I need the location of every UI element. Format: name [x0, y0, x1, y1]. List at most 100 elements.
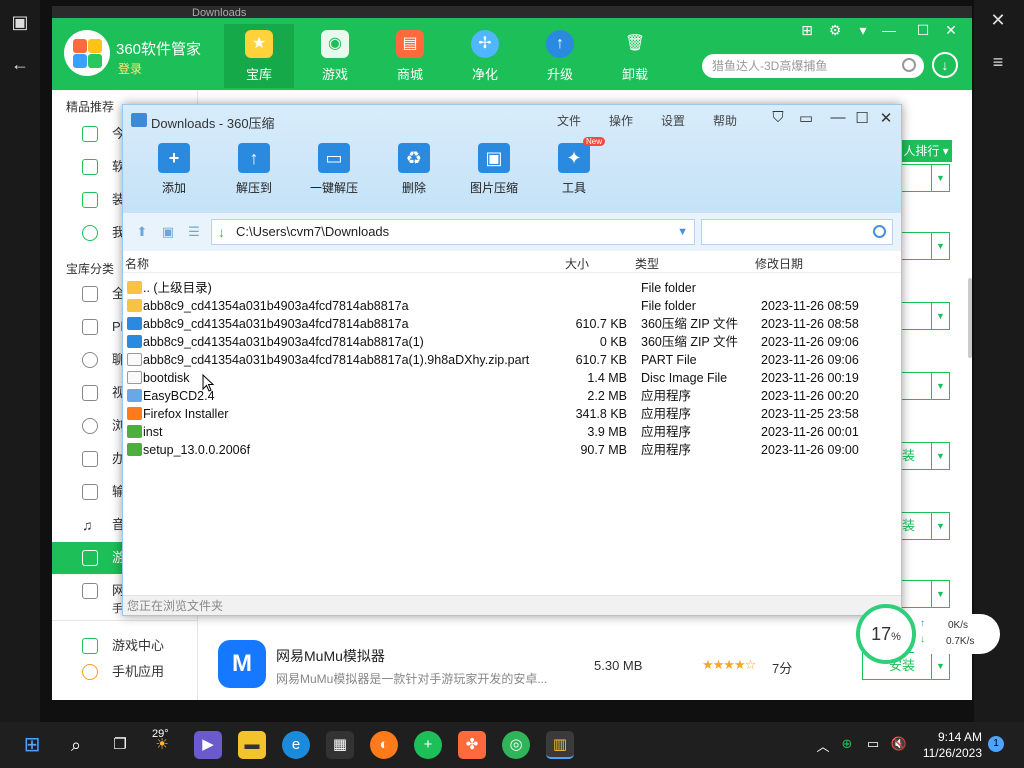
file-row[interactable]: abb8c9_cd41354a031b4903a4fcd7814ab8817a 6… [123, 315, 901, 333]
delete-button[interactable]: ♻ 删除 [379, 143, 449, 196]
image-compress-button[interactable]: ▣ 图片压缩 [459, 143, 529, 196]
tools-button[interactable]: ✦ New 工具 [539, 137, 609, 196]
feedback-icon[interactable]: ▭ [795, 109, 817, 127]
store-icon[interactable]: ▦ [326, 731, 354, 759]
close-icon[interactable]: ✕ [875, 109, 897, 127]
menu-file[interactable]: 文件 [557, 112, 581, 129]
file-row[interactable]: abb8c9_cd41354a031b4903a4fcd7814ab8817a(… [123, 351, 901, 369]
clock-time[interactable]: 9:14 AM [924, 730, 982, 744]
tab-uninstall[interactable]: 🗑 卸载 [600, 24, 670, 88]
file-date: 2023-11-26 00:01 [761, 425, 859, 439]
chevron-down-icon[interactable]: ▼ [931, 373, 949, 399]
maximize-icon[interactable]: ☐ [912, 22, 934, 39]
windows-start-icon[interactable]: ⊞ [18, 731, 46, 759]
back-arrow-icon[interactable]: ← [0, 54, 40, 75]
notification-badge[interactable]: 1 [988, 736, 1004, 752]
360-zip-icon[interactable]: ▥ [546, 731, 574, 759]
grid-icon [82, 286, 98, 302]
minimize-icon[interactable]: — [878, 22, 900, 38]
chevron-down-icon[interactable]: ▼ [677, 220, 688, 244]
chevron-down-icon[interactable]: ▼ [931, 233, 949, 259]
file-row[interactable]: abb8c9_cd41354a031b4903a4fcd7814ab8817a F… [123, 297, 901, 315]
menu-help[interactable]: 帮助 [713, 112, 737, 129]
gamepad-icon [82, 550, 98, 566]
list-view-icon[interactable]: ☰ [187, 225, 201, 239]
search-input[interactable]: 猎鱼达人-3D高爆捕鱼 [702, 54, 924, 78]
minimize-icon[interactable]: — [827, 109, 849, 126]
network-speed-widget[interactable]: ↑ 0K/s ↓ 0.7K/s + 17% [856, 604, 1002, 664]
col-date[interactable]: 修改日期 [755, 255, 803, 272]
keyboard-icon [82, 484, 98, 500]
edge-icon[interactable]: e [282, 731, 310, 759]
menu-operate[interactable]: 操作 [609, 112, 633, 129]
search-icon[interactable] [902, 58, 916, 72]
col-size[interactable]: 大小 [565, 255, 589, 272]
scrollbar[interactable] [968, 278, 972, 358]
chevron-up-icon[interactable]: ︿ [814, 736, 832, 755]
window-icon[interactable]: ▣ [0, 12, 40, 33]
file-row[interactable]: abb8c9_cd41354a031b4903a4fcd7814ab8817a(… [123, 333, 901, 351]
download-icon[interactable]: ↓ [932, 52, 958, 78]
rating-stars: ★★★★☆ [702, 657, 756, 672]
volume-icon[interactable]: 🔇 [890, 736, 908, 752]
file-row[interactable]: setup_13.0.0.2006f 90.7 MB 应用程序 2023-11-26 … [123, 441, 901, 459]
sidebar-item-game-center[interactable]: 游戏中心 [52, 634, 198, 658]
file-type: 应用程序 [641, 425, 692, 439]
chevron-down-icon[interactable]: ▾ [852, 22, 874, 39]
search-icon[interactable] [873, 225, 886, 238]
extract-to-button[interactable]: ↑ 解压到 [219, 143, 289, 196]
chevron-down-icon[interactable]: ▼ [931, 513, 949, 539]
tab-games[interactable]: ◉ 游戏 [300, 24, 370, 88]
close-icon[interactable]: ✕ [978, 10, 1018, 31]
chevron-down-icon[interactable]: ▼ [931, 303, 949, 329]
tab-clean[interactable]: ✢ 净化 [450, 24, 520, 88]
file-row[interactable]: inst 3.9 MB 应用程序 2023-11-26 00:01 [123, 423, 901, 441]
tab-upgrade[interactable]: ↑ 升级 [525, 24, 595, 88]
tab-store[interactable]: ▤ 商城 [375, 24, 445, 88]
settings-icon[interactable]: ⚙ [824, 22, 846, 39]
360-tray-icon[interactable]: ⊕ [838, 736, 856, 752]
menu-icon[interactable]: ≡ [978, 52, 1018, 73]
up-arrow-icon[interactable]: ⬆ [135, 225, 149, 239]
file-name: abb8c9_cd41354a031b4903a4fcd7814ab8817a [143, 317, 409, 331]
menu-settings[interactable]: 设置 [661, 112, 685, 129]
360-guard-icon[interactable]: + [414, 731, 442, 759]
360-safe-icon[interactable]: ◎ [502, 731, 530, 759]
col-name[interactable]: 名称 [125, 255, 149, 272]
task-view-icon[interactable]: ❐ [106, 731, 134, 759]
tab-label: 净化 [471, 67, 498, 82]
network-icon[interactable]: ▭ [864, 736, 882, 752]
shirt-icon[interactable]: ⊞ [796, 22, 818, 39]
main-header: 360软件管家 登录 ★ 宝库 ◉ 游戏 ▤ 商城 ✢ 净化 ↑ 升级 🗑 卸载… [52, 18, 972, 90]
chevron-down-icon[interactable]: ▼ [931, 165, 949, 191]
maximize-icon[interactable]: ☐ [851, 109, 873, 127]
tab-baoku[interactable]: ★ 宝库 [224, 24, 294, 88]
rating-score: 7分 [772, 661, 793, 676]
clock-date[interactable]: 11/26/2023 [918, 746, 982, 760]
file-size: 2.2 MB [587, 389, 627, 403]
zip-search-input[interactable] [701, 219, 893, 245]
one-click-extract-button[interactable]: ▭ 一键解压 [299, 143, 369, 196]
path-input[interactable]: ↓ C:\Users\cvm7\Downloads ▼ [211, 219, 695, 245]
firefox-icon[interactable]: ◐ [370, 731, 398, 759]
chevron-down-icon[interactable]: ▼ [931, 443, 949, 469]
add-button[interactable]: + 添加 [139, 143, 209, 196]
search-icon[interactable]: ⌕ [62, 731, 90, 759]
file-explorer-icon[interactable]: ▬ [238, 731, 266, 759]
software-manager-icon[interactable]: ✤ [458, 731, 486, 759]
col-type[interactable]: 类型 [635, 255, 659, 272]
close-icon[interactable]: ✕ [940, 22, 962, 39]
file-row[interactable]: Firefox Installer 341.8 KB 应用程序 2023-11-25 … [123, 405, 901, 423]
browser-icon [82, 418, 98, 434]
file-row[interactable]: .. (上级目录) File folder [123, 279, 901, 297]
file-row[interactable]: EasyBCD2.4 2.2 MB 应用程序 2023-11-26 00:20 [123, 387, 901, 405]
thumbnail-view-icon[interactable]: ▣ [161, 225, 175, 239]
rank-dropdown[interactable]: 人排行 ▾ [900, 140, 952, 162]
file-row[interactable]: bootdisk 1.4 MB Disc Image File 2023-11-26 … [123, 369, 901, 387]
firefox-file-icon [127, 407, 142, 420]
app-name[interactable]: 网易MuMu模拟器 [276, 646, 385, 666]
login-link[interactable]: 登录 [118, 60, 142, 77]
sidebar-item-mobile[interactable]: 手机应用 [52, 660, 198, 684]
teams-icon[interactable]: ▶ [194, 731, 222, 759]
skin-icon[interactable]: ⛉ [767, 109, 789, 126]
